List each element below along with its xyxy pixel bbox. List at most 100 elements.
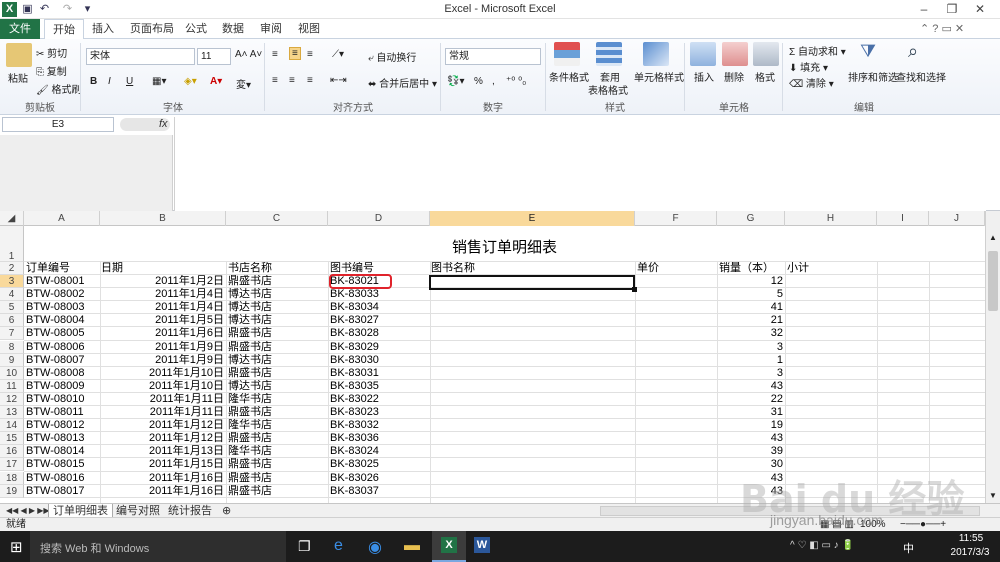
- table-cell[interactable]: 2011年1月9日: [100, 354, 224, 367]
- underline-button[interactable]: U: [126, 76, 133, 87]
- table-cell[interactable]: BK-83024: [330, 445, 428, 458]
- table-cell[interactable]: 鼎盛书店: [228, 275, 326, 288]
- italic-button[interactable]: I: [108, 76, 111, 87]
- percent-button[interactable]: %: [474, 76, 483, 87]
- table-cell[interactable]: BTW-08015: [26, 458, 100, 471]
- conditional-format-button[interactable]: 条件格式: [549, 69, 589, 84]
- browser-icon[interactable]: ◉: [368, 537, 382, 557]
- minimize-button[interactable]: –: [910, 0, 938, 19]
- row-header[interactable]: 2: [0, 262, 24, 275]
- table-cell[interactable]: BTW-08013: [26, 432, 100, 445]
- delete-cells-icon[interactable]: [722, 42, 748, 66]
- column-header-c[interactable]: C: [226, 211, 328, 226]
- table-cell[interactable]: 41: [717, 301, 783, 314]
- wrap-text-button[interactable]: ⤶ 自动换行: [368, 49, 416, 64]
- table-cell[interactable]: BK-83027: [330, 314, 428, 327]
- autosum-button[interactable]: Σ 自动求和 ▾: [789, 43, 846, 58]
- table-cell[interactable]: 鼎盛书店: [228, 472, 326, 485]
- copy-button[interactable]: ⎘ 复制: [36, 63, 67, 78]
- orientation-icon[interactable]: ⟋▾: [332, 49, 344, 60]
- table-cell[interactable]: 12: [717, 275, 783, 288]
- table-cell[interactable]: 2011年1月11日: [100, 393, 224, 406]
- column-header-d[interactable]: D: [328, 211, 430, 226]
- row-header[interactable]: 5: [0, 301, 24, 315]
- header-cell[interactable]: 销量（本）: [719, 262, 774, 275]
- tab-insert[interactable]: 插入: [84, 19, 122, 39]
- tab-view[interactable]: 视图: [290, 19, 328, 39]
- table-cell[interactable]: BK-83029: [330, 341, 428, 354]
- word-taskbar-icon[interactable]: W: [474, 537, 490, 553]
- column-header-f[interactable]: F: [635, 211, 717, 226]
- insert-cells-icon[interactable]: [690, 42, 716, 66]
- table-cell[interactable]: 2011年1月13日: [100, 445, 224, 458]
- fill-color-icon[interactable]: ◈▾: [184, 76, 197, 87]
- table-cell[interactable]: 21: [717, 314, 783, 327]
- table-cell[interactable]: BTW-08017: [26, 485, 100, 498]
- table-cell[interactable]: BK-83034: [330, 301, 428, 314]
- table-cell[interactable]: 39: [717, 445, 783, 458]
- table-cell[interactable]: 鼎盛书店: [228, 406, 326, 419]
- header-cell[interactable]: 图书名称: [431, 262, 475, 275]
- table-cell[interactable]: 鼎盛书店: [228, 485, 326, 498]
- file-explorer-icon[interactable]: ▬: [404, 537, 420, 555]
- cell-styles-icon[interactable]: [643, 42, 669, 66]
- paste-icon[interactable]: [6, 43, 32, 67]
- sheet-nav-icon[interactable]: ◀◀ ◀ ▶ ▶▶: [2, 504, 54, 518]
- table-cell[interactable]: BTW-08004: [26, 314, 100, 327]
- table-cell[interactable]: 鼎盛书店: [228, 367, 326, 380]
- table-cell[interactable]: 2011年1月4日: [100, 288, 224, 301]
- align-left-icon[interactable]: ≡: [272, 75, 278, 86]
- row-header[interactable]: 17: [0, 458, 24, 472]
- table-cell[interactable]: BK-83032: [330, 419, 428, 432]
- table-cell[interactable]: 3: [717, 367, 783, 380]
- table-cell[interactable]: 博达书店: [228, 301, 326, 314]
- border-icon[interactable]: ▦▾: [152, 76, 166, 87]
- currency-icon[interactable]: 💱▾: [447, 76, 464, 87]
- table-cell[interactable]: 2011年1月16日: [100, 485, 224, 498]
- binoculars-icon[interactable]: ⌕: [908, 41, 918, 62]
- table-cell[interactable]: BK-83036: [330, 432, 428, 445]
- table-cell[interactable]: 2011年1月12日: [100, 432, 224, 445]
- new-sheet-icon[interactable]: ⊕: [218, 504, 235, 518]
- cut-button[interactable]: ✂ 剪切: [36, 45, 67, 60]
- row-header[interactable]: 14: [0, 419, 24, 433]
- find-select-button[interactable]: 查找和选择: [896, 69, 946, 84]
- table-cell[interactable]: 3: [717, 341, 783, 354]
- excel-taskbar-icon[interactable]: X: [432, 531, 466, 562]
- row-header[interactable]: 16: [0, 445, 24, 459]
- format-cells-icon[interactable]: [753, 42, 779, 66]
- row-header[interactable]: 15: [0, 432, 24, 446]
- table-cell[interactable]: 2011年1月6日: [100, 327, 224, 340]
- row-header[interactable]: 11: [0, 379, 24, 393]
- table-cell[interactable]: 43: [717, 432, 783, 445]
- row-header[interactable]: 18: [0, 471, 24, 485]
- tab-review[interactable]: 审阅: [252, 19, 290, 39]
- table-cell[interactable]: 31: [717, 406, 783, 419]
- table-cell[interactable]: 5: [717, 288, 783, 301]
- column-header-b[interactable]: B: [100, 211, 226, 226]
- taskbar-search-box[interactable]: 搜索 Web 和 Windows: [30, 531, 286, 562]
- table-cell[interactable]: BK-83025: [330, 458, 428, 471]
- format-cells-button[interactable]: 格式: [755, 69, 775, 84]
- table-cell[interactable]: 22: [717, 393, 783, 406]
- table-cell[interactable]: 2011年1月9日: [100, 341, 224, 354]
- sort-filter-icon[interactable]: ⧩: [860, 41, 876, 62]
- number-format-combo[interactable]: 常规: [445, 48, 541, 65]
- table-cell[interactable]: BK-83026: [330, 472, 428, 485]
- formula-input[interactable]: [174, 117, 986, 211]
- table-cell[interactable]: BTW-08011: [26, 406, 100, 419]
- align-center-icon[interactable]: ≡: [289, 75, 295, 86]
- scroll-down-icon[interactable]: ▼: [988, 491, 998, 501]
- table-cell[interactable]: BTW-08012: [26, 419, 100, 432]
- active-cell-e3[interactable]: [429, 275, 635, 290]
- row-header[interactable]: 3: [0, 275, 24, 289]
- table-cell[interactable]: 2011年1月15日: [100, 458, 224, 471]
- header-cell[interactable]: 小计: [787, 262, 809, 275]
- insert-function-icon[interactable]: fx: [159, 118, 168, 130]
- header-cell[interactable]: 单价: [637, 262, 659, 275]
- table-cell[interactable]: 博达书店: [228, 380, 326, 393]
- row-header[interactable]: 6: [0, 314, 24, 328]
- scroll-up-icon[interactable]: ▲: [988, 233, 998, 243]
- table-cell[interactable]: BK-83031: [330, 367, 428, 380]
- format-as-table-icon[interactable]: [596, 42, 622, 66]
